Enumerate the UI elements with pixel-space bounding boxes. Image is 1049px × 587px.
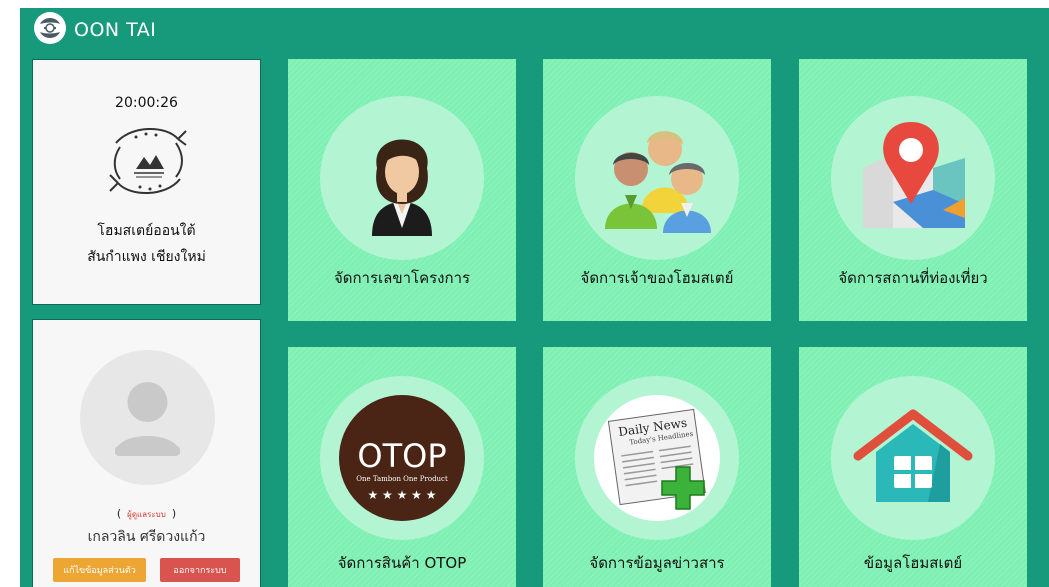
logout-button[interactable]: ออกจากระบบ [160, 558, 240, 582]
fish-emblem-icon [109, 127, 187, 195]
tile-label: จัดการเลขาโครงการ [333, 269, 471, 287]
newspaper-add-icon: Daily News Today's Headlines [594, 395, 720, 521]
edit-profile-button[interactable]: แก้ไขข้อมูลส่วนตัว [53, 558, 146, 582]
tile-manage-attractions[interactable]: จัดการสถานที่ท่องเที่ยว [799, 59, 1027, 321]
tile-label: ข้อมูลโฮมสเตย์ [863, 554, 963, 572]
app-container: OON TAI 20:00:26 โฮมสเตย์ออนใต้ สันกำแพง… [20, 8, 1049, 587]
fish-logo-icon[interactable] [32, 10, 68, 46]
tile-icon-circle: Daily News Today's Headlines [575, 376, 739, 540]
tile-manage-secretary[interactable]: จัดการเลขาโครงการ [288, 59, 516, 321]
otop-badge-title: OTOP [357, 437, 446, 475]
tile-manage-owners[interactable]: จัดการเจ้าของโฮมสเตย์ [543, 59, 771, 321]
user-role: ผู้ดูแลระบบ [127, 510, 166, 519]
role-paren-open: ( [116, 507, 122, 520]
avatar [80, 350, 215, 485]
tile-icon-circle [320, 96, 484, 260]
user-role-line: ( ผู้ดูแลระบบ) [33, 507, 260, 521]
top-navbar: OON TAI [20, 8, 1049, 52]
tile-homestay-info[interactable]: ข้อมูลโฮมสเตย์ [799, 347, 1027, 587]
role-paren-close: ) [171, 507, 177, 520]
owners-group-icon [605, 131, 711, 233]
user-name: เกลวลิน ศรีดวงแก้ว [87, 529, 206, 545]
tile-icon-circle [575, 96, 739, 260]
house-icon [853, 409, 973, 502]
homestay-info-panel: 20:00:26 โฮมสเตย์ออนใต้ สันกำแพง เชียงให… [32, 59, 261, 305]
page-frame: OON TAI 20:00:26 โฮมสเตย์ออนใต้ สันกำแพง… [0, 0, 1049, 587]
tile-label: จัดการเจ้าของโฮมสเตย์ [580, 269, 734, 287]
user-placeholder-icon [115, 382, 180, 456]
tile-icon-circle: OTOP One Tambon One Product ★ ★ ★ ★ ★ [320, 376, 484, 540]
tile-label: จัดการข้อมูลข่าวสาร [589, 554, 725, 572]
homestay-name: โฮมสเตย์ออนใต้ [97, 223, 196, 239]
tile-label: จัดการสินค้า OTOP [337, 554, 467, 572]
otop-badge-icon: OTOP One Tambon One Product ★ ★ ★ ★ ★ [339, 395, 465, 521]
homestay-location: สันกำแพง เชียงใหม่ [87, 249, 206, 265]
clock: 20:00:26 [115, 95, 178, 111]
tile-manage-otop[interactable]: OTOP One Tambon One Product ★ ★ ★ ★ ★ จั… [288, 347, 516, 587]
tile-icon-circle [831, 376, 995, 540]
user-profile-panel: ( ผู้ดูแลระบบ) เกลวลิน ศรีดวงแก้ว แก้ไขข้… [32, 319, 261, 587]
tile-manage-news[interactable]: Daily News Today's Headlines จัดการข้อมู… [543, 347, 771, 587]
tile-label: จัดการสถานที่ท่องเที่ยว [838, 269, 988, 287]
map-pin-icon [863, 122, 965, 228]
tile-icon-circle [831, 96, 995, 260]
otop-badge-subtitle: One Tambon One Product [356, 475, 448, 483]
brand-name[interactable]: OON TAI [74, 19, 156, 41]
secretary-woman-icon [372, 139, 432, 236]
otop-badge-stars: ★ ★ ★ ★ ★ [367, 488, 436, 502]
